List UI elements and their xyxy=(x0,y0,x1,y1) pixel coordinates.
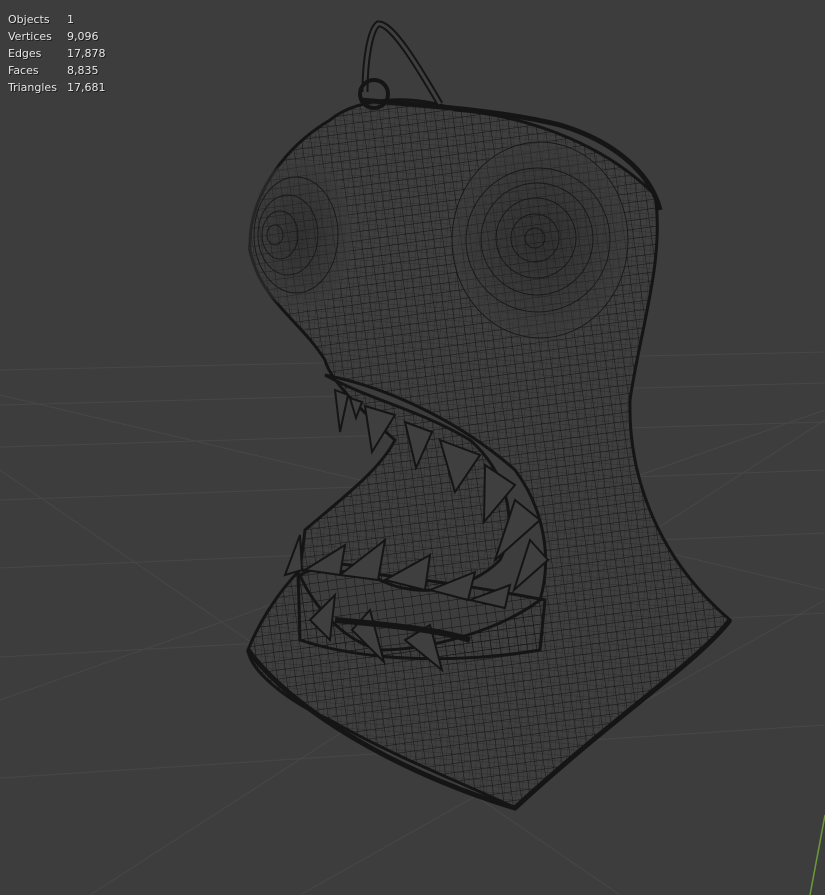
stat-value: 8,835 xyxy=(67,64,99,77)
y-axis-line xyxy=(809,814,825,895)
stat-label: Objects xyxy=(8,13,50,26)
swimsuit-mesh[interactable] xyxy=(245,20,733,811)
left-cup xyxy=(248,160,352,310)
stat-row-edges: Edges 17,878 xyxy=(8,45,106,62)
stat-value: 17,878 xyxy=(67,47,106,60)
stat-row-vertices: Vertices 9,096 xyxy=(8,28,106,45)
stat-row-objects: Objects 1 xyxy=(8,11,106,28)
stat-label: Faces xyxy=(8,64,39,77)
stat-label: Edges xyxy=(8,47,42,60)
halter-strap xyxy=(361,20,444,106)
stat-value: 1 xyxy=(67,13,74,26)
3d-viewport[interactable]: Objects 1 Vertices 9,096 Edges 17,878 Fa… xyxy=(0,0,825,895)
viewport-canvas[interactable] xyxy=(0,0,825,895)
stat-label: Vertices xyxy=(8,30,52,43)
stat-row-faces: Faces 8,835 xyxy=(8,62,106,79)
stat-value: 9,096 xyxy=(67,30,99,43)
stat-value: 17,681 xyxy=(67,81,106,94)
stat-row-triangles: Triangles 17,681 xyxy=(8,79,106,96)
statistics-overlay: Objects 1 Vertices 9,096 Edges 17,878 Fa… xyxy=(8,11,106,96)
stat-label: Triangles xyxy=(8,81,57,94)
